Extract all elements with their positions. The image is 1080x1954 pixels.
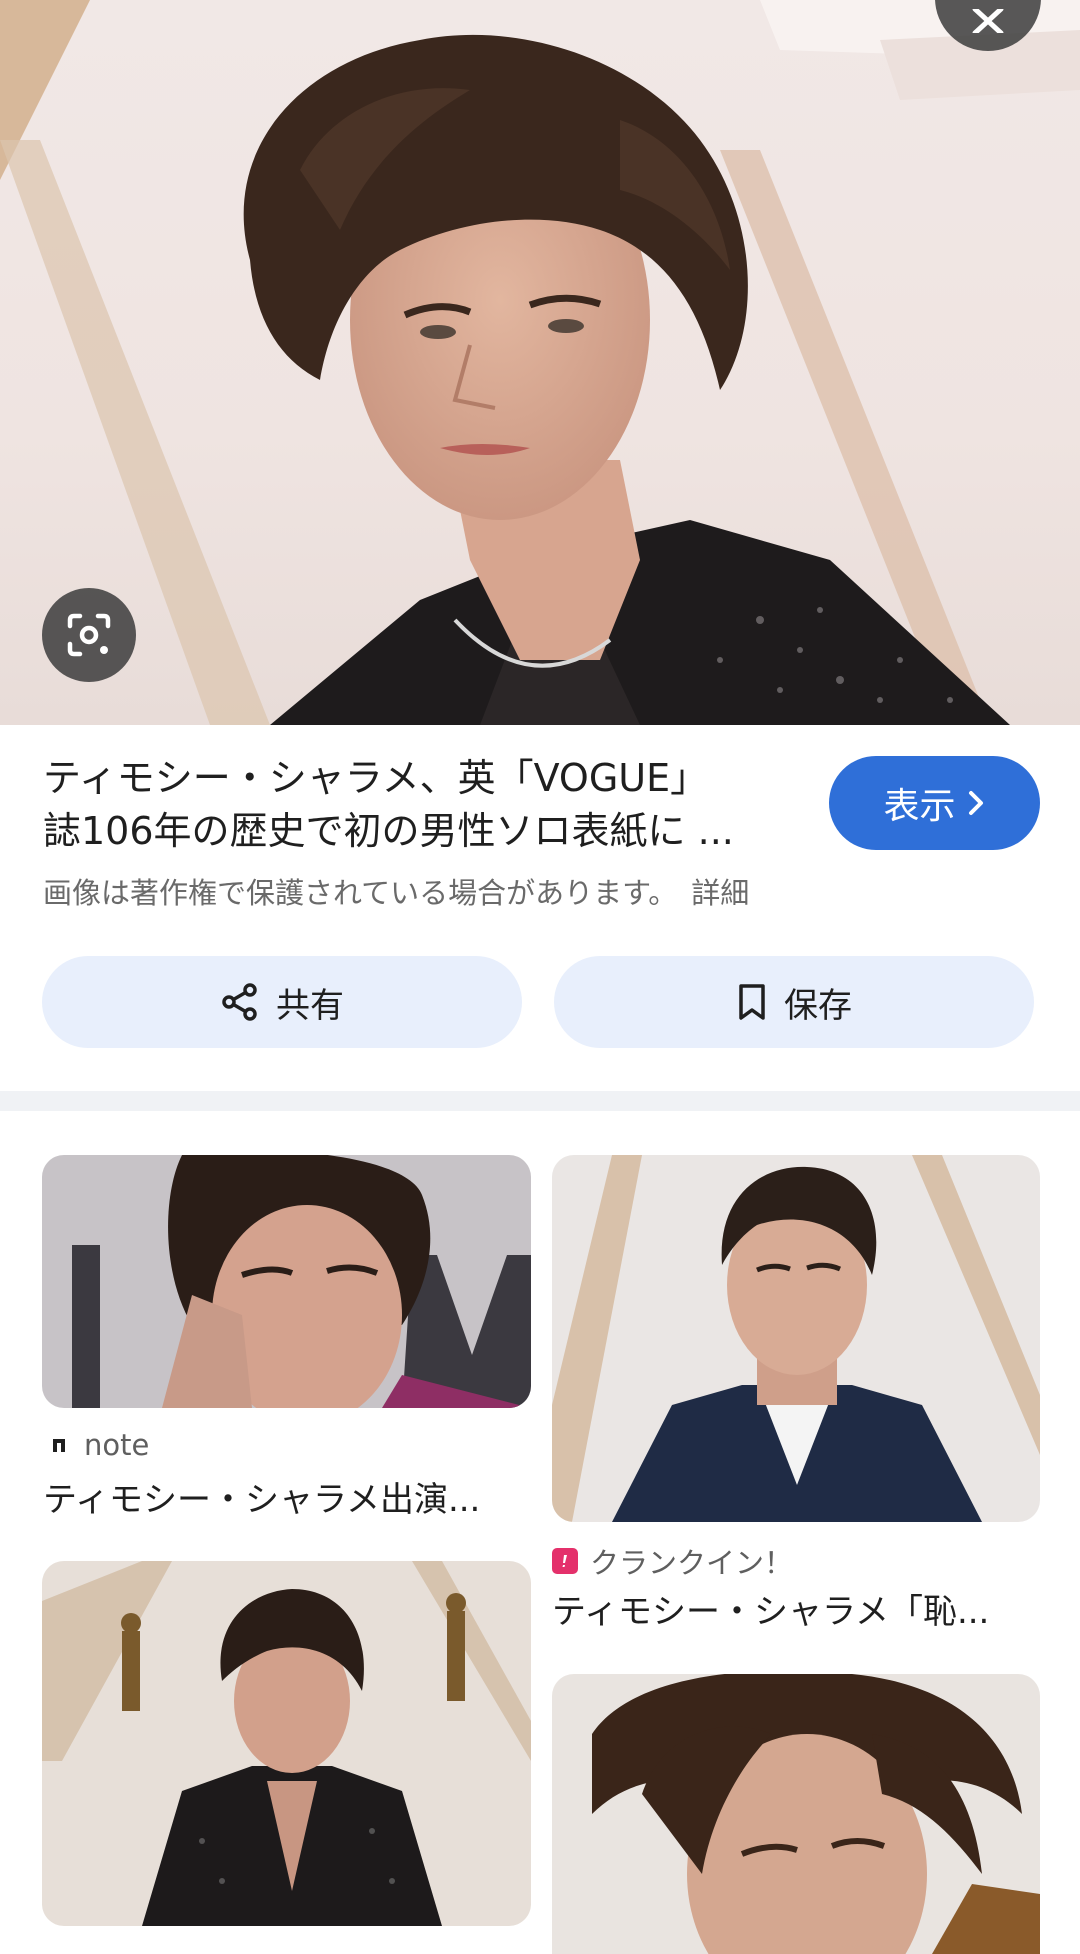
crankin-logo-icon: [552, 1548, 578, 1574]
image-title[interactable]: ティモシー・シャラメ、英「VOGUE」 誌106年の歴史で初の男性ソロ表紙に .…: [43, 752, 803, 858]
image-viewer-page: ティモシー・シャラメ、英「VOGUE」 誌106年の歴史で初の男性ソロ表紙に .…: [0, 0, 1080, 1954]
copyright-text: 画像は著作権で保護されている場合があります。: [43, 876, 678, 910]
related-source-1: note: [46, 1428, 149, 1462]
related-photo-1: [42, 1155, 531, 1408]
related-image-2[interactable]: [552, 1155, 1040, 1522]
image-title-line-1: ティモシー・シャラメ、英「VOGUE」: [43, 756, 709, 800]
visit-button-label: 表示: [883, 786, 956, 827]
close-icon: [972, 9, 1004, 33]
related-title-1[interactable]: ティモシー・シャラメ出演...: [43, 1472, 513, 1521]
share-icon: [222, 983, 257, 1021]
related-photo-2: [552, 1155, 1040, 1522]
related-image-4[interactable]: [552, 1674, 1040, 1954]
note-logo-icon: [46, 1432, 72, 1458]
related-source-2: クランクイン！: [552, 1540, 793, 1582]
save-button-label: 保存: [784, 985, 852, 1026]
related-image-1[interactable]: [42, 1155, 531, 1408]
related-photo-3: [42, 1561, 531, 1926]
share-button-label: 共有: [276, 985, 344, 1026]
related-source-1-name: note: [84, 1428, 150, 1462]
related-photo-4: [552, 1674, 1040, 1954]
related-title-2[interactable]: ティモシー・シャラメ「恥...: [552, 1584, 1027, 1633]
related-image-3[interactable]: [42, 1561, 531, 1926]
bookmark-icon: [739, 984, 765, 1020]
share-button[interactable]: 共有: [42, 956, 522, 1048]
lens-button[interactable]: [42, 588, 136, 682]
visit-button[interactable]: 表示: [829, 756, 1040, 850]
image-title-line-2: 誌106年の歴史で初の男性ソロ表紙に ...: [43, 809, 734, 853]
save-button[interactable]: 保存: [554, 956, 1034, 1048]
copyright-notice: 画像は著作権で保護されている場合があります。 詳細: [43, 870, 749, 912]
main-image[interactable]: [0, 0, 1080, 725]
section-divider: [0, 1091, 1080, 1111]
chevron-right-icon: [968, 791, 983, 815]
related-source-2-name: クランクイン！: [590, 1546, 794, 1580]
details-link[interactable]: 詳細: [691, 876, 749, 910]
portrait-photo: [0, 0, 1080, 725]
lens-icon: [67, 613, 111, 657]
